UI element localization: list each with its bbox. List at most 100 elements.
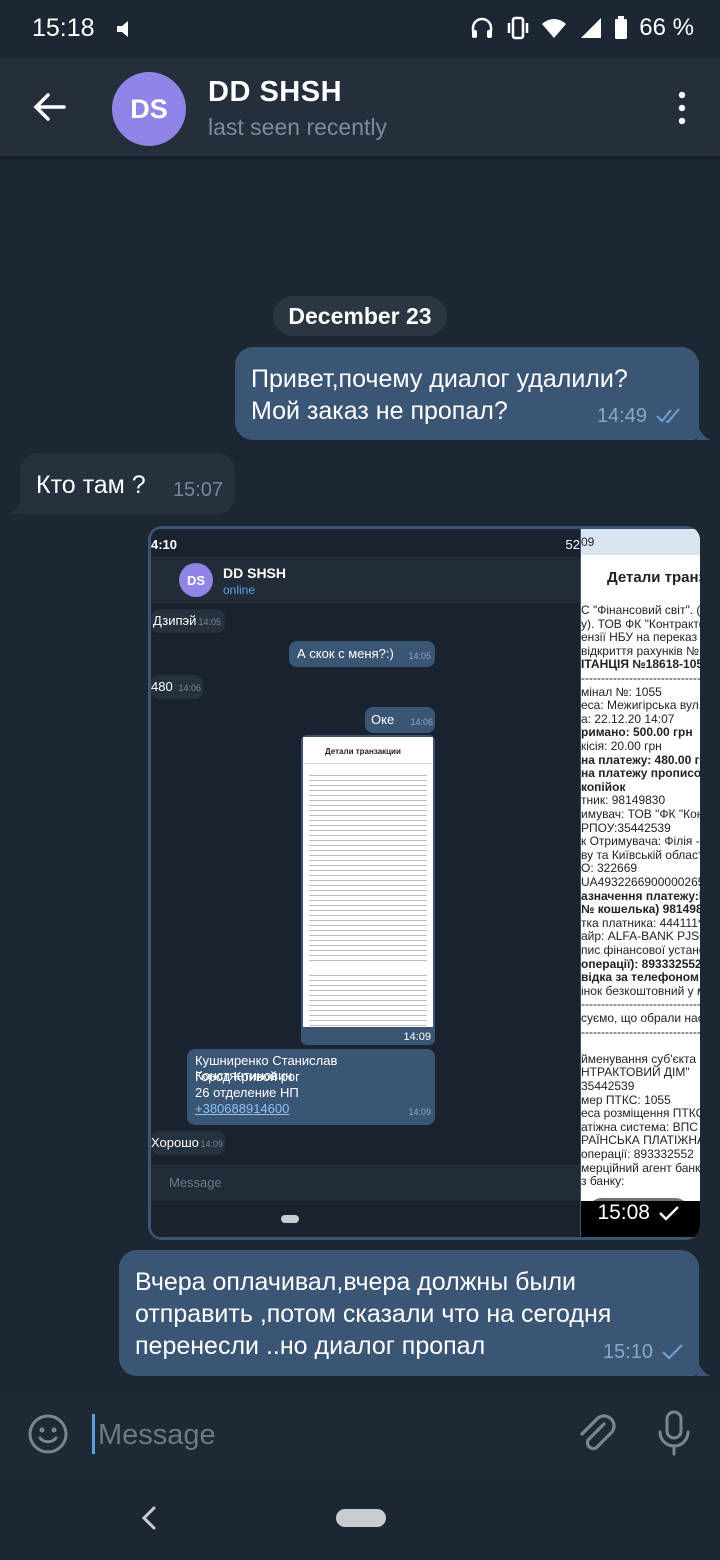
transaction-line: відкриття рахунків №19 від 17.10.2014 ро… (581, 643, 700, 658)
transaction-line: ву та Київській області АТ 'Ощадбанк' (581, 847, 700, 862)
transaction-line: О: 322669 (581, 861, 638, 876)
transaction-line: копійок (581, 779, 626, 794)
mini-image-message: Детали транзакции 14:09 (301, 735, 435, 1045)
transaction-line: відка за телефоном: 0-800-60-30-03 (581, 970, 700, 985)
transaction-line: операції): 893332552 (581, 956, 700, 971)
check-icon (659, 1206, 679, 1221)
mic-icon[interactable] (652, 1408, 696, 1458)
incoming-message[interactable]: Кто там ? 15:07 (20, 453, 235, 514)
text-cursor (92, 1414, 95, 1454)
last-seen-status: last seen recently (208, 114, 387, 140)
transaction-line: мерційний агент банка: (581, 1160, 700, 1175)
mini-avatar: DS (179, 563, 213, 597)
mute-icon (117, 21, 128, 37)
transaction-line: на платежу: 480.00 грн (581, 752, 700, 767)
transaction-line: к Отримувача: Філія - Головне управління… (581, 834, 700, 849)
message-input[interactable] (96, 1414, 540, 1456)
nav-home-pill[interactable] (336, 1509, 386, 1527)
wifi-icon (542, 19, 567, 38)
transaction-line: операції: 893332552 (581, 1147, 694, 1161)
message-time: 15:08 (597, 1201, 650, 1224)
outgoing-message[interactable]: Вчера оплачивал,вчера должны были отправ… (119, 1250, 699, 1376)
transaction-line: UA49322669000002650330084З412 (581, 875, 700, 889)
back-arrow-icon[interactable] (28, 86, 70, 128)
transaction-line: пис фінансової установи: (581, 943, 700, 957)
transaction-line: еса: Межигірська вул., 82А кор. Б (581, 698, 700, 713)
message-input-bar (0, 1392, 720, 1478)
message-time: 15:10 (602, 1341, 653, 1363)
transaction-line: С "Фінансовий світ". (Дозвіл НБУ №2 від … (581, 603, 700, 617)
vibrate-icon (508, 16, 529, 40)
image-meta: 15:08 (587, 1198, 690, 1228)
system-nav-bar (0, 1478, 720, 1560)
transaction-line: РПОУ:35442539 (581, 820, 671, 835)
message-time: 14:49 (596, 405, 647, 427)
transaction-line: № кошелька) 98149830 (581, 902, 700, 917)
transaction-line: тник: 98149830 (581, 793, 666, 808)
image-message[interactable]: 4:10 52 DS DD SHSH online Дзипэй 14:05 А… (148, 526, 700, 1240)
transaction-line: інок безкоштовний у межах України (581, 983, 700, 998)
transaction-line: -------------------------------- (581, 671, 700, 685)
signal-icon (581, 18, 602, 38)
mini-battery: 52 (565, 537, 580, 552)
nav-back-icon[interactable] (138, 1504, 160, 1532)
emoji-icon[interactable] (26, 1412, 70, 1456)
avatar[interactable]: DS (112, 72, 186, 146)
transaction-line: римано: 500.00 грн (581, 725, 693, 740)
bubble-tail (697, 1360, 711, 1376)
transaction-line: атіжна система: ВПС «ФІНАНСОВИЙ СВІТ», Т… (581, 1119, 700, 1134)
transaction-line: РАЇНСЬКА ПЛАТІЖНА СИСТЕМА» (581, 1133, 700, 1148)
mini-message: А скок с меня?:) 14:05 (289, 641, 435, 667)
status-icons: 66 % (469, 14, 694, 42)
mini-title: DD SHSH (223, 565, 287, 581)
mini-message: 480 14:06 (151, 675, 203, 699)
transaction-line: ІТАНЦІЯ №18618-1055-148631420 (581, 657, 700, 672)
message-meta: 15:07 (173, 474, 223, 506)
double-check-icon (656, 408, 680, 424)
screenshot-chat: 4:10 52 DS DD SHSH online Дзипэй 14:05 А… (151, 529, 580, 1237)
transaction-line: айр: ALFA-BANK PJSC (581, 929, 700, 944)
attach-icon[interactable] (574, 1410, 618, 1458)
transaction-line: а: 22.12.20 14:07 (581, 711, 675, 726)
mini-message: Хорошо 14:09 (151, 1131, 225, 1155)
message-text: Кто там ? (36, 471, 146, 499)
transaction-line: НТРАКТОВИЙ ДІМ" (581, 1065, 690, 1080)
transaction-line: тка платника: 444111******0095 (581, 915, 700, 930)
transaction-line: имувач: ТОВ "ФК "Контрактовий дім" (581, 807, 700, 821)
check-icon (662, 1344, 683, 1360)
message-meta: 15:10 (603, 1336, 685, 1368)
mini-message: Кушниренко Станислав Констянтинович Горо… (187, 1049, 435, 1125)
mini-message: Дзипэй 14:05 (151, 609, 225, 633)
message-meta: 14:49 (597, 400, 685, 432)
date-separator: December 23 (273, 296, 447, 336)
transaction-line: з банку: (581, 1174, 625, 1189)
transaction-line: на платежу прописом: Чотириста вісімдеся… (581, 766, 700, 781)
headphones-icon (472, 17, 493, 38)
transaction-line: -------------------------------- (581, 1024, 700, 1039)
chat-header: DS DD SHSH last seen recently (0, 58, 720, 156)
bubble-tail (697, 424, 711, 440)
mini-input-bar: Message (151, 1165, 580, 1201)
outgoing-message[interactable]: Привет,почему диалог удалили? Мой заказ … (235, 347, 699, 440)
bubble-tail (8, 498, 22, 514)
transaction-line: еса розміщення ПТКС: Межигірська вул., 8… (581, 1106, 700, 1121)
more-vert-icon[interactable] (674, 90, 690, 126)
transaction-line: ензії НБУ на переказ коштів у національн… (581, 630, 700, 645)
chat-title[interactable]: DD SHSH (208, 76, 342, 109)
transaction-line: -------------------------------- (581, 997, 700, 1012)
message-time: 15:07 (172, 479, 223, 501)
mini-status: online (223, 583, 256, 597)
transaction-line: у). ТОВ ФК "Контрактовий дім" діє на під… (581, 616, 700, 631)
battery-icon (615, 16, 628, 39)
transaction-line: мер ПТКС: 1055 (581, 1092, 671, 1107)
screenshot-transaction: 09 Детали транзакции С "Фінансовий світ"… (581, 529, 700, 1237)
transaction-line: 35442539 (581, 1079, 635, 1093)
transaction-line: азначення платежу:Поповнення кошельків E… (581, 888, 700, 903)
battery-percent: 66 % (639, 14, 694, 41)
status-bar: 15:18 66 % (0, 0, 720, 58)
status-time: 15:18 (32, 14, 95, 42)
transaction-line: кісія: 20.00 грн (581, 739, 662, 753)
transaction-line: суємо, що обрали нас! (581, 1011, 700, 1025)
transaction-line: мінал №: 1055 (581, 684, 662, 699)
transaction-line: йменування суб'єкта господарювання: ТОВ … (581, 1051, 700, 1066)
